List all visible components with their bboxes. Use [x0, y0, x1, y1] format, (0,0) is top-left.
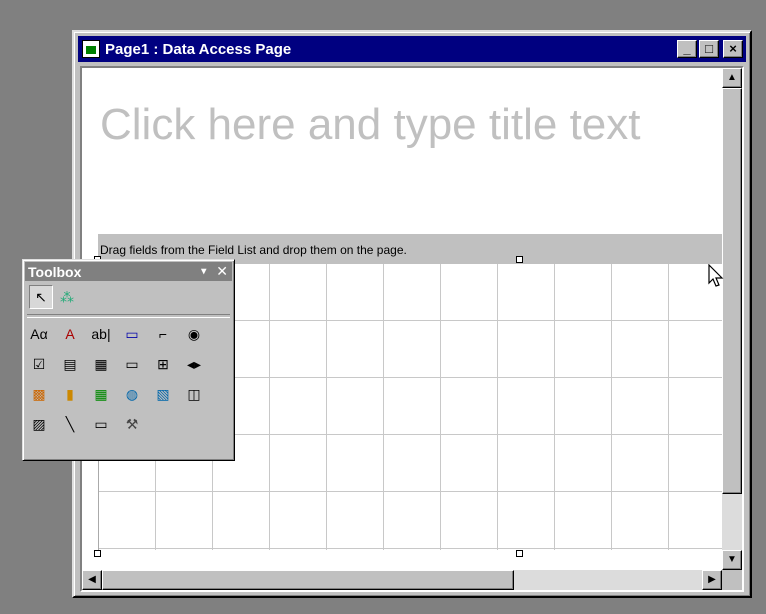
office-spreadsheet-tool-icon[interactable]: ▦ — [89, 382, 113, 406]
label-tool-icon[interactable]: Aα — [27, 322, 51, 346]
mouse-pointer-icon — [708, 264, 724, 287]
select-objects-tool-icon[interactable]: ↖ — [29, 285, 53, 309]
horizontal-scrollbar[interactable]: ◀ ▶ — [82, 570, 722, 590]
expand-control-tool-icon[interactable]: ⊞ — [151, 352, 175, 376]
movie-tool-icon[interactable]: ◫ — [182, 382, 206, 406]
hyperlink-tool-icon[interactable]: ◍ — [120, 382, 144, 406]
record-navigation-tool-icon[interactable]: ◂▸ — [182, 352, 206, 376]
command-button-tool-icon[interactable]: ▭ — [120, 352, 144, 376]
scroll-down-button[interactable]: ▼ — [722, 550, 742, 570]
vertical-scroll-thumb[interactable] — [722, 88, 742, 494]
image-tool-icon[interactable]: ▨ — [27, 412, 51, 436]
toolbox-close-icon[interactable]: ✕ — [216, 263, 228, 280]
scrollbar-corner — [722, 570, 742, 590]
office-pivottable-tool-icon[interactable]: ▩ — [27, 382, 51, 406]
toolbox-palette[interactable]: Toolbox ▾ ✕ ↖ ⁂ Aα Aab| ▭ ⌐ ◉ ☑ ▤ ▦ ▭ ⊞ ◂▸ ▩ ▮ ▦ ◍ ▧ ◫ ▨ ╲ ▭ ⚒ — [22, 259, 235, 461]
scrolling-text-tool-icon[interactable]: ▭ — [120, 322, 144, 346]
scroll-up-button[interactable]: ▲ — [722, 68, 742, 88]
check-box-tool-icon[interactable]: ☑ — [27, 352, 51, 376]
minimize-button[interactable]: _ — [677, 40, 697, 58]
horizontal-scroll-thumb[interactable] — [102, 570, 514, 590]
maximize-button[interactable]: □ — [699, 40, 719, 58]
scroll-left-button[interactable]: ◀ — [82, 570, 102, 590]
window-title-bar[interactable]: Page1 : Data Access Page _ □ × — [78, 36, 746, 62]
toolbox-separator — [27, 314, 230, 318]
resize-handle-top-center[interactable] — [516, 256, 523, 263]
expand-tool-icon[interactable]: ⌐ — [151, 322, 175, 346]
close-button[interactable]: × — [723, 40, 743, 58]
resize-handle-bottom-center[interactable] — [516, 550, 523, 557]
section-hint-text: Drag fields from the Field List and drop… — [100, 243, 407, 257]
bound-html-tool-icon[interactable]: A — [58, 322, 82, 346]
title-placeholder[interactable]: Click here and type title text — [100, 100, 640, 150]
list-box-tool-icon[interactable]: ▦ — [89, 352, 113, 376]
toolbox-title-bar[interactable]: Toolbox ▾ ✕ — [25, 262, 232, 281]
window-title: Page1 : Data Access Page — [105, 40, 292, 58]
control-wizards-tool-icon[interactable]: ⁂ — [55, 285, 79, 309]
toolbox-title: Toolbox — [28, 263, 82, 280]
vertical-scrollbar[interactable]: ▲ ▼ — [722, 68, 742, 570]
text-box-tool-icon[interactable]: ab| — [89, 322, 113, 346]
office-chart-tool-icon[interactable]: ▮ — [58, 382, 82, 406]
data-access-page-icon — [82, 40, 100, 58]
toolbox-menu-icon[interactable]: ▾ — [201, 266, 206, 277]
option-button-tool-icon[interactable]: ◉ — [182, 322, 206, 346]
dropdown-list-tool-icon[interactable]: ▤ — [58, 352, 82, 376]
line-tool-icon[interactable]: ╲ — [58, 412, 82, 436]
more-controls-tool-icon[interactable]: ⚒ — [120, 412, 144, 436]
rectangle-tool-icon[interactable]: ▭ — [89, 412, 113, 436]
image-hyperlink-tool-icon[interactable]: ▧ — [151, 382, 175, 406]
resize-handle-bottom-left[interactable] — [94, 550, 101, 557]
scroll-right-button[interactable]: ▶ — [702, 570, 722, 590]
